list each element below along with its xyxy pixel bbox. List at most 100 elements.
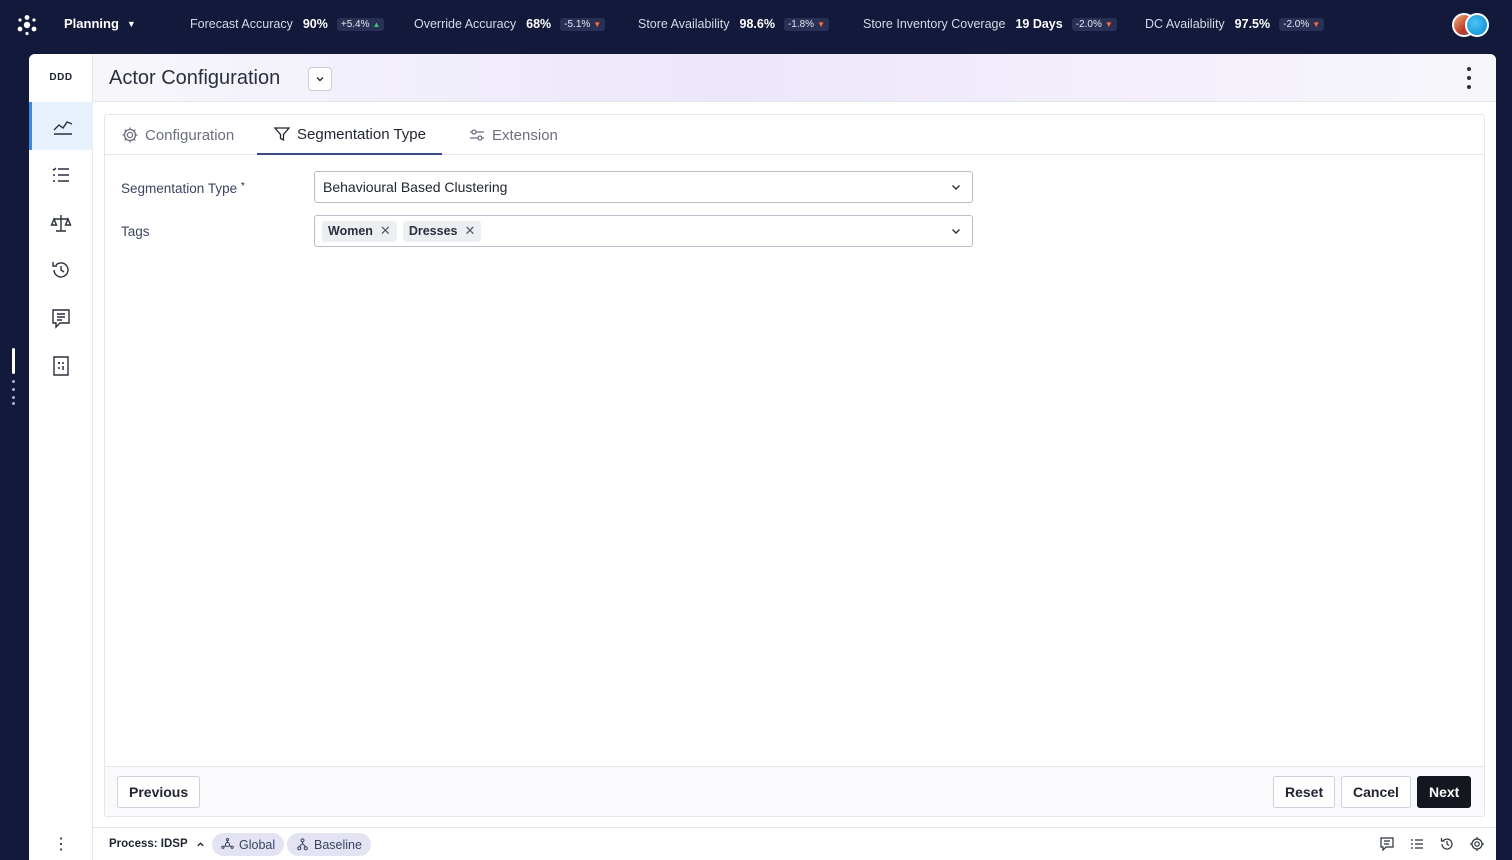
app-frame: DDD ⋮ Actor Configuration Configuration … xyxy=(29,54,1496,860)
chevron-down-icon xyxy=(952,229,960,234)
panel-resize-handle[interactable] xyxy=(11,344,16,406)
kpi-delta-value: -2.0% xyxy=(1075,18,1102,30)
next-button[interactable]: Next xyxy=(1417,776,1472,808)
handle-dot xyxy=(12,380,15,383)
handle-dot xyxy=(12,402,15,405)
tab-bar: Configuration Segmentation Type Extensio… xyxy=(105,115,1484,155)
kpi-label: DC Availability xyxy=(1145,17,1225,31)
kpi-value: 90% xyxy=(302,17,328,31)
history-icon[interactable] xyxy=(1439,836,1455,852)
filter-icon xyxy=(273,127,291,142)
avatar[interactable] xyxy=(1465,13,1489,37)
main-panel: Configuration Segmentation Type Extensio… xyxy=(104,114,1485,817)
kpi-value: 68% xyxy=(526,17,552,31)
user-avatars[interactable] xyxy=(1452,13,1490,37)
branch-icon xyxy=(297,838,308,851)
arrow-down-icon: ▼ xyxy=(593,19,602,29)
segmentation-type-select[interactable]: Behavioural Based Clustering xyxy=(314,171,973,203)
kpi-label: Store Inventory Coverage xyxy=(863,17,1006,31)
scope-label: Global xyxy=(239,837,276,852)
kpi-value: 97.5% xyxy=(1234,17,1271,31)
chevron-down-icon xyxy=(316,77,324,82)
nav-item-calculations[interactable] xyxy=(29,342,93,390)
kebab-menu-icon[interactable] xyxy=(1464,67,1474,89)
history-icon xyxy=(52,262,69,278)
reset-button[interactable]: Reset xyxy=(1273,776,1336,808)
kpi-label: Override Accuracy xyxy=(414,17,517,31)
nav-item-balance[interactable] xyxy=(29,199,93,247)
kpi-label: Forecast Accuracy xyxy=(190,17,293,31)
arrow-down-icon: ▼ xyxy=(817,19,825,29)
process-selector[interactable]: Process: IDSP xyxy=(109,838,205,850)
scope-pill[interactable]: Global xyxy=(212,833,285,856)
kpi-delta-value: +5.4% xyxy=(340,18,370,30)
required-marker: * xyxy=(240,181,245,192)
tab-label: Extension xyxy=(492,126,558,144)
tags-multiselect[interactable]: Women ✕ Dresses ✕ xyxy=(314,215,973,247)
kpi-override-accuracy[interactable]: Override Accuracy 68% -5.1% ▼ xyxy=(414,17,606,31)
segmentation-type-value: Behavioural Based Clustering xyxy=(323,179,508,195)
sliders-icon xyxy=(470,129,484,141)
version-pill[interactable]: Baseline xyxy=(287,833,371,856)
nav-item-comments[interactable] xyxy=(29,294,93,342)
gear-icon xyxy=(122,127,138,143)
tag-chip-women: Women ✕ xyxy=(322,220,397,242)
handle-dot xyxy=(12,396,15,399)
previous-button[interactable]: Previous xyxy=(117,776,201,808)
nav-item-tasks[interactable] xyxy=(29,151,93,199)
nav-item-analytics[interactable] xyxy=(29,102,93,150)
page-title: Actor Configuration xyxy=(109,67,281,89)
module-switcher[interactable]: Planning ▼ xyxy=(64,16,136,31)
kpi-delta: -1.8% ▼ xyxy=(783,17,829,31)
kpi-delta: +5.4% ▲ xyxy=(336,17,385,31)
trend-chart-icon xyxy=(53,121,72,135)
remove-tag-icon[interactable]: ✕ xyxy=(380,223,391,239)
settings-gear-icon[interactable] xyxy=(1469,836,1485,852)
kpi-forecast-accuracy[interactable]: Forecast Accuracy 90% +5.4% ▲ xyxy=(190,17,385,31)
chevron-up-icon xyxy=(196,841,204,846)
tag-chip-dresses: Dresses ✕ xyxy=(402,220,482,242)
nav-item-history[interactable] xyxy=(29,246,93,294)
kpi-delta-value: -2.0% xyxy=(1283,18,1310,30)
tab-segmentation-type[interactable]: Segmentation Type xyxy=(257,115,442,155)
brand-label: DDD xyxy=(49,72,73,83)
kpi-label: Store Availability xyxy=(638,17,730,31)
caret-down-icon: ▼ xyxy=(126,18,136,29)
remove-tag-icon[interactable]: ✕ xyxy=(464,223,475,239)
cancel-button[interactable]: Cancel xyxy=(1341,776,1411,808)
scale-icon xyxy=(50,215,72,232)
kpi-store-inventory-coverage[interactable]: Store Inventory Coverage 19 Days -2.0% ▼ xyxy=(863,17,1117,31)
kpi-store-availability[interactable]: Store Availability 98.6% -1.8% ▼ xyxy=(638,17,829,31)
app-logo-icon[interactable] xyxy=(16,14,38,36)
kpi-delta: -2.0% ▼ xyxy=(1279,17,1325,31)
handle-bar xyxy=(12,348,15,374)
page-header: Actor Configuration xyxy=(93,54,1496,102)
arrow-down-icon: ▼ xyxy=(1104,19,1113,29)
kpi-value: 98.6% xyxy=(739,17,775,31)
tags-label: Tags xyxy=(121,224,150,239)
top-bar: Planning ▼ Forecast Accuracy 90% +5.4% ▲ … xyxy=(0,0,1512,50)
kpi-delta: -5.1% ▼ xyxy=(560,17,606,31)
tab-label: Segmentation Type xyxy=(297,125,426,143)
segmentation-type-label: Segmentation Type * xyxy=(121,181,245,196)
more-options-icon[interactable]: ⋮ xyxy=(29,834,93,854)
arrow-up-icon: ▲ xyxy=(372,19,381,29)
kpi-dc-availability[interactable]: DC Availability 97.5% -2.0% ▼ xyxy=(1145,17,1325,31)
checklist-icon[interactable] xyxy=(1409,836,1425,852)
title-dropdown-button[interactable] xyxy=(308,67,332,91)
calculator-doc-icon xyxy=(53,356,69,376)
chevron-down-icon xyxy=(952,185,960,190)
process-label: Process: IDSP xyxy=(109,838,188,850)
side-nav: DDD ⋮ xyxy=(29,54,93,860)
comments-icon xyxy=(52,309,70,329)
kpi-value: 19 Days xyxy=(1015,17,1063,31)
checklist-icon xyxy=(52,167,69,182)
tab-extension[interactable]: Extension xyxy=(452,115,574,155)
tab-configuration[interactable]: Configuration xyxy=(105,115,250,155)
module-label: Planning xyxy=(64,16,119,31)
comments-icon[interactable] xyxy=(1379,836,1395,852)
form-footer: Previous Reset Cancel Next xyxy=(105,766,1484,816)
status-bar: Process: IDSP Global Baseline xyxy=(93,827,1496,860)
kpi-delta-value: -5.1% xyxy=(564,18,591,30)
tag-chip-label: Women xyxy=(328,224,373,238)
